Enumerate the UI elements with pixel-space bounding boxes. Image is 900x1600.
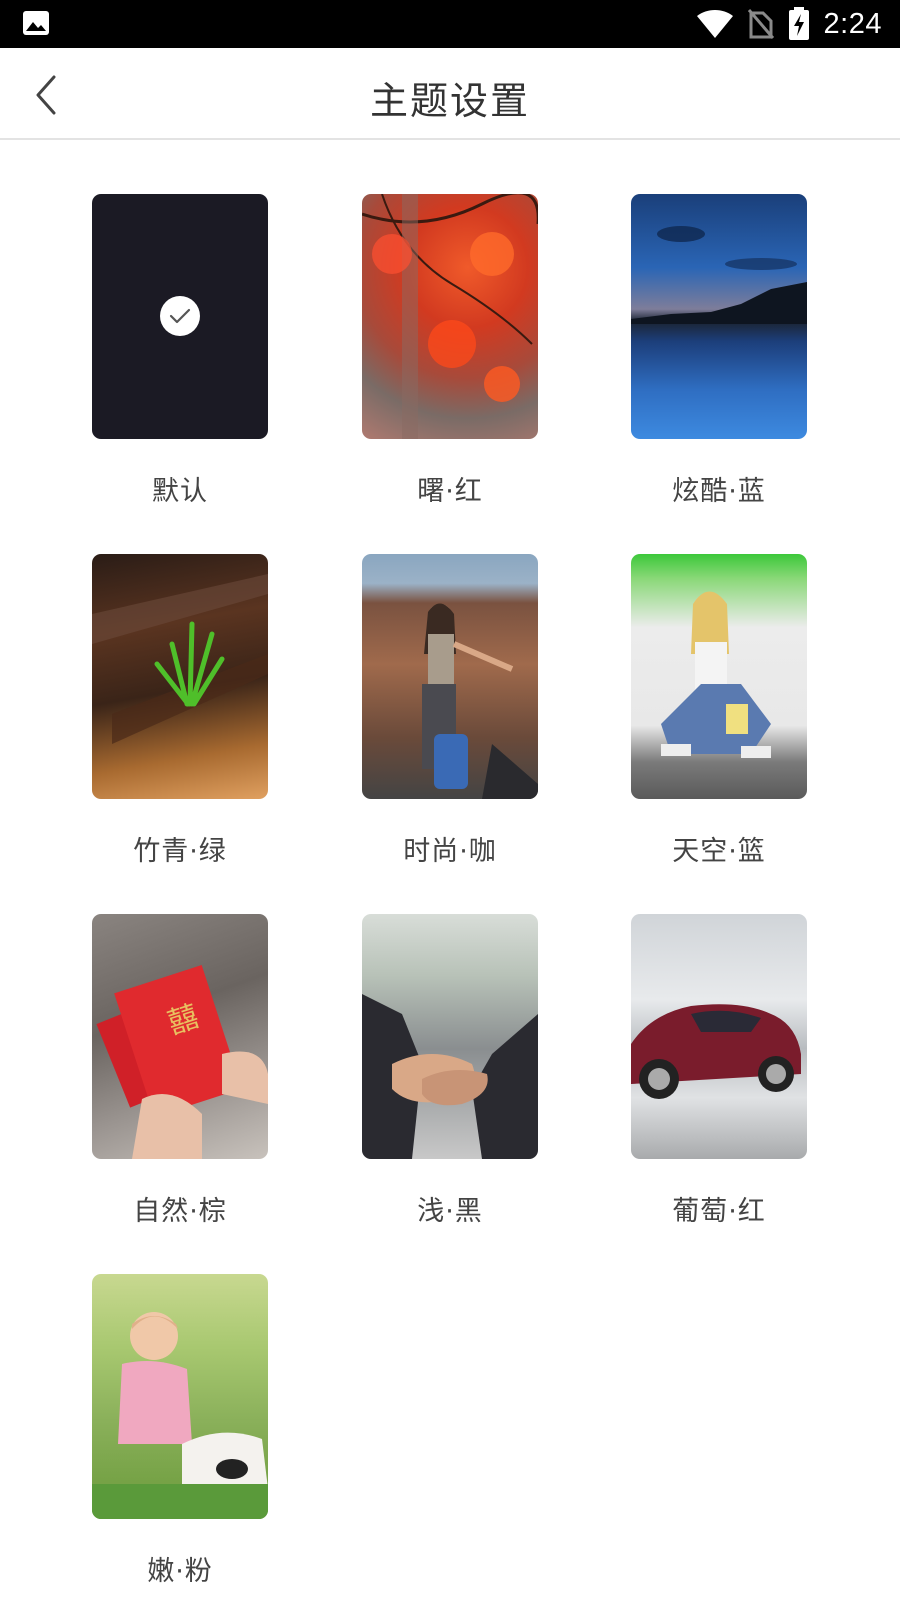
theme-thumbnail[interactable] <box>362 554 538 799</box>
theme-item-default[interactable]: 默认 <box>92 194 268 508</box>
image-icon <box>22 10 50 36</box>
theme-item-bamboo-green[interactable]: 竹青·绿 <box>92 554 268 868</box>
theme-thumbnail[interactable] <box>362 194 538 439</box>
wifi-icon <box>696 9 734 39</box>
status-bar: 2:24 <box>0 0 900 48</box>
theme-thumbnail[interactable]: 囍 <box>92 914 268 1159</box>
theme-thumbnail[interactable] <box>92 194 268 439</box>
theme-label: 嫩·粉 <box>147 1556 213 1587</box>
theme-item-sky-blue[interactable]: 天空·篮 <box>631 554 807 868</box>
theme-label: 竹青·绿 <box>133 836 227 867</box>
theme-label: 葡萄·红 <box>672 1196 766 1227</box>
theme-item-tender-pink[interactable]: 嫩·粉 <box>92 1274 268 1588</box>
page-title: 主题设置 <box>369 79 530 123</box>
theme-label: 默认 <box>152 476 208 507</box>
theme-label: 炫酷·蓝 <box>672 476 766 507</box>
status-time: 2:24 <box>823 7 882 40</box>
theme-item-fashion-coffee[interactable]: 时尚·咖 <box>362 554 538 868</box>
theme-item-natural-brown[interactable]: 囍 自然·棕 <box>92 914 268 1228</box>
theme-thumbnail[interactable] <box>92 1274 268 1519</box>
theme-item-dawn-red[interactable]: 曙·红 <box>362 194 538 508</box>
theme-item-grape-red[interactable]: 葡萄·红 <box>631 914 807 1228</box>
no-sim-icon <box>747 9 774 39</box>
theme-label: 自然·棕 <box>133 1196 227 1227</box>
check-icon <box>160 296 200 336</box>
theme-item-light-black[interactable]: 浅·黑 <box>362 914 538 1228</box>
theme-label: 天空·篮 <box>672 836 766 867</box>
theme-label: 曙·红 <box>417 476 483 507</box>
theme-thumbnail[interactable] <box>631 914 807 1159</box>
theme-thumbnail[interactable] <box>92 554 268 799</box>
battery-charging-icon <box>788 7 810 41</box>
theme-thumbnail[interactable] <box>631 194 807 439</box>
app-bar: 主题设置 <box>0 48 900 140</box>
theme-thumbnail[interactable] <box>362 914 538 1159</box>
theme-label: 浅·黑 <box>417 1196 483 1227</box>
theme-item-cool-blue[interactable]: 炫酷·蓝 <box>631 194 807 508</box>
theme-thumbnail[interactable] <box>631 554 807 799</box>
theme-label: 时尚·咖 <box>403 836 497 867</box>
